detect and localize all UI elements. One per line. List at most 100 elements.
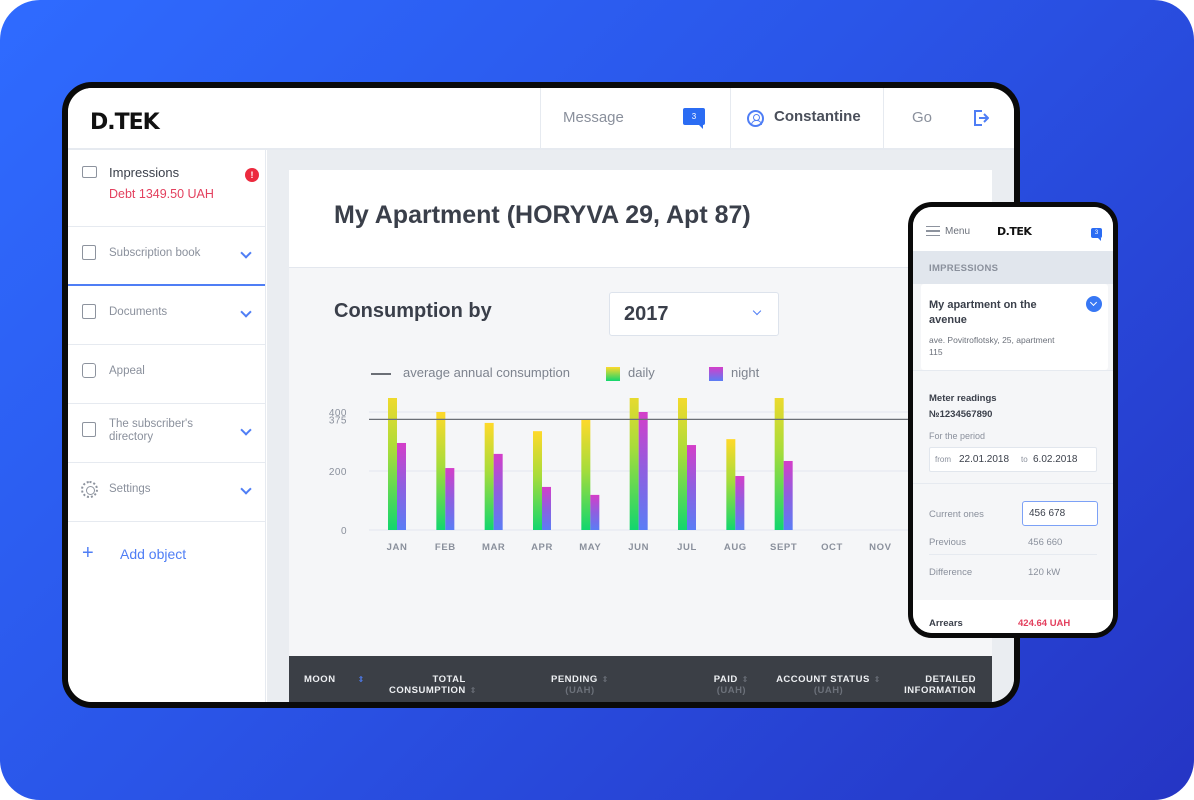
difference-value: 120 kW [1028,567,1061,578]
year-select[interactable]: 2017 [609,292,779,336]
apartment-address: ave. Povitroflotsky, 25, apartment 115 [929,335,1055,357]
sidebar-item-impressions[interactable]: Impressions Debt 1349.50 UAH ! [68,150,265,227]
chevron-down-icon [240,483,252,495]
bar-daily-jan [388,398,397,530]
sidebar-item-label: Subscription book [109,247,201,259]
x-tick-label: FEB [435,542,456,553]
difference-label: Difference [929,567,973,578]
user-icon [747,110,764,127]
bar-daily-feb [436,412,446,530]
period-range-field[interactable]: from 22.01.2018 to 6.02.2018 [929,447,1097,472]
sort-icon[interactable]: ⇕ [470,685,477,696]
sidebar-item-subscription-book[interactable]: Subscription book [68,227,265,286]
bar-night-mar [493,453,503,530]
y-tick-label: 200 [329,467,347,478]
divider [913,483,1113,484]
bar-night-apr [542,486,551,530]
sidebar-item-appeal[interactable]: Appeal [68,345,265,404]
column-header-pending[interactable]: PENDING ⇕ (UAH) [551,674,609,696]
top-bar: D.TEK Message 3 Constantine Go [68,88,1014,150]
sort-icon[interactable]: ⇕ [874,674,881,685]
sidebar-item-label: Documents [109,306,168,318]
to-label: to [1021,455,1028,464]
sort-icon[interactable]: ⇕ [602,674,609,685]
sidebar-item-documents[interactable]: Documents [68,286,265,345]
section-label: IMPRESSIONS [929,263,999,274]
section-header: IMPRESSIONS [913,251,1113,284]
column-label: TOTAL CONSUMPTION [389,674,466,696]
bar-daily-sept [774,398,784,530]
dtek-logo[interactable]: D.TEK [996,225,1032,238]
x-tick-label: AUG [724,542,747,553]
year-value: 2017 [624,303,669,325]
debt-amount: Debt 1349.50 UAH [109,187,214,201]
bar-night-jun [638,412,648,530]
apartment-card[interactable]: My apartment on the avenue ave. Povitrof… [921,284,1108,370]
user-profile-button[interactable]: Constantine [730,88,883,150]
chevron-down-icon [240,424,252,436]
plus-icon: + [82,542,94,564]
card-header: My Apartment (HORYVA 29, Apt 87) [289,170,992,268]
chevron-down-icon[interactable] [1086,296,1102,312]
table-header: MOON ⇕ TOTAL CONSUMPTION ⇕ PENDING ⇕ (UAH) PAID… [289,656,992,702]
column-header-account-status[interactable]: ACCOUNT STATUS ⇕ (UAH) [776,674,881,696]
column-header-paid[interactable]: PAID ⇕ (UAH) [714,674,749,696]
logout-label: Go [912,109,933,126]
bar-daily-apr [533,431,542,530]
legend-night: night [731,365,760,380]
sidebar-item-label: Impressions [109,165,180,180]
sidebar-item-label: Settings [109,483,151,495]
apartment-card: My Apartment (HORYVA 29, Apt 87) Consump… [289,170,992,702]
column-unit: (UAH) [813,685,844,696]
background: D.TEK Message 3 Constantine Go Impressio… [0,0,1194,800]
arrears-value: 424.64 UAH [1018,618,1071,629]
current-reading-input[interactable]: 456 678 [1022,501,1098,526]
average-line-swatch [371,373,391,375]
column-unit: (UAH) [565,685,595,696]
to-date: 6.02.2018 [1033,454,1078,465]
sidebar: Impressions Debt 1349.50 UAH ! Subscript… [68,150,266,702]
arrears-row: Arrears 424.64 UAH [913,600,1113,633]
logout-button[interactable]: Go [883,88,1014,150]
current-label: Current ones [929,509,984,520]
x-tick-label: MAY [579,542,601,553]
legend-daily: daily [628,365,655,380]
hamburger-icon[interactable] [926,226,940,236]
chevron-down-icon [752,306,762,316]
column-header-moon[interactable]: MOON ⇕ [304,674,365,685]
consumption-chart: 0200375400600 JANFEBMARAPRMAYJUNJULAUGSE… [329,398,992,553]
chat-icon[interactable]: 3 [1091,228,1102,241]
column-label: MOON [304,674,336,685]
y-tick-label: 400 [329,408,347,419]
chevron-down-icon [240,247,252,259]
user-name: Constantine [774,108,861,125]
from-date: 22.01.2018 [959,454,1010,465]
bar-night-feb [445,468,455,530]
bar-night-aug [735,476,745,530]
column-label: DETAILED INFORMATION [904,674,976,696]
y-tick-label: 0 [341,526,347,537]
sidebar-item-settings[interactable]: Settings [68,463,265,522]
meter-title: Meter readings [929,393,997,404]
sidebar-item-label: Appeal [109,365,145,377]
bar-night-sept [783,460,793,530]
menu-label[interactable]: Menu [945,226,970,237]
dtek-logo[interactable]: D.TEK [87,110,160,135]
x-tick-label: NOV [869,542,891,553]
column-header-detailed-information: DETAILED INFORMATION [896,674,976,696]
consumption-title: Consumption by [334,300,492,322]
gear-icon [81,481,98,498]
desktop-window: D.TEK Message 3 Constantine Go Impressio… [62,82,1020,708]
bar-daily-mar [484,422,494,530]
sidebar-item-subscriber-directory[interactable]: The subscriber's directory [68,404,265,463]
sort-icon[interactable]: ⇕ [358,674,365,685]
alert-icon: ! [245,168,259,182]
x-tick-label: JUN [628,542,649,553]
chevron-down-icon [240,306,252,318]
x-tick-label: APR [531,542,553,553]
column-header-total-consumption[interactable]: TOTAL CONSUMPTION ⇕ [376,674,477,696]
chat-icon: 3 [683,108,705,129]
sort-icon[interactable]: ⇕ [742,674,749,685]
bar-daily-aug [726,439,736,530]
messages-button[interactable]: Message 3 [540,88,730,150]
